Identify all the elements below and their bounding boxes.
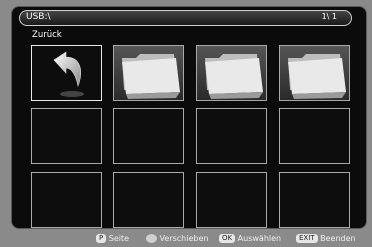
back-label: Zurück [32,30,62,40]
tile-folder[interactable] [113,45,184,101]
folder-icon [288,54,346,99]
tile-empty[interactable] [279,172,350,228]
exit-key: EXIT [296,234,318,243]
hint-exit: EXIT Beenden [296,234,356,243]
footer-hints: P Seite Verschieben OK Auswählen EXIT Be… [0,231,372,247]
tile-empty[interactable] [31,108,102,164]
folder-icon [122,54,180,99]
hint-select: OK Auswählen [219,234,281,243]
hint-move: Verschieben [146,234,208,243]
tile-empty[interactable] [196,172,267,228]
tile-empty[interactable] [113,108,184,164]
tile-folder[interactable] [196,45,267,101]
tile-empty[interactable] [113,172,184,228]
exit-label: Beenden [320,234,356,243]
page-key: P [96,234,107,243]
move-label: Verschieben [159,234,209,243]
tile-back[interactable] [31,45,102,101]
back-arrow-icon [53,51,84,97]
page-label: Seite [108,234,130,243]
path-bar: USB:\ 1\ 1 [19,10,352,26]
select-label: Auswählen [237,234,282,243]
current-path: USB:\ [26,12,51,22]
tile-empty[interactable] [279,108,350,164]
tile-empty[interactable] [31,172,102,228]
ok-key: OK [219,234,236,243]
arrow-keys-icon [146,234,157,243]
tile-empty[interactable] [196,108,267,164]
hint-page: P Seite [96,234,129,243]
tile-folder[interactable] [279,45,350,101]
page-indicator: 1\ 1 [321,12,337,21]
folder-icon [205,54,263,99]
